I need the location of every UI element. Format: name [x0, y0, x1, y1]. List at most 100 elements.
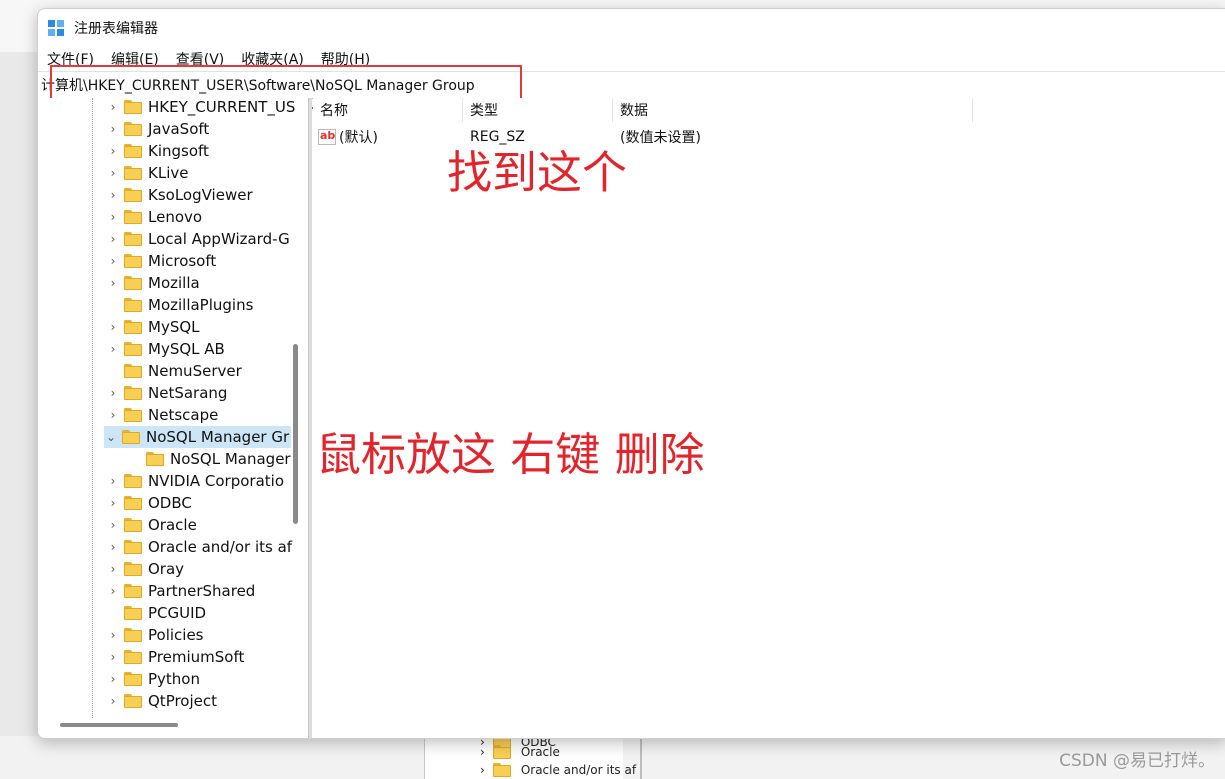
folder-icon [124, 650, 142, 664]
chevron-right-icon[interactable]: › [106, 338, 120, 360]
chevron-right-icon[interactable]: › [106, 690, 120, 712]
menu-edit[interactable]: 编辑(E) [111, 49, 159, 69]
tree-item[interactable]: MozillaPlugins [106, 294, 253, 316]
tree-item[interactable]: PCGUID [106, 602, 206, 624]
watermark: CSDN @易已打烊。 [1059, 751, 1215, 771]
value-data: (数值未设置) [620, 130, 701, 146]
tree-vertical-scrollbar[interactable] [293, 344, 298, 524]
tree-item[interactable]: NoSQL Manager [128, 448, 291, 470]
tree-item[interactable]: ⌄ NoSQL Manager Gr [104, 426, 292, 448]
background-divider [640, 736, 642, 779]
chevron-right-icon[interactable]: › [106, 558, 120, 580]
chevron-right-icon[interactable]: › [106, 624, 120, 646]
folder-icon [146, 452, 164, 466]
tree-horizontal-scrollbar[interactable] [60, 723, 178, 727]
chevron-right-icon[interactable]: › [106, 514, 120, 536]
chevron-right-icon[interactable]: › [106, 668, 120, 690]
chevron-right-icon[interactable]: › [106, 98, 120, 118]
folder-icon [124, 232, 142, 246]
menu-view[interactable]: 查看(V) [176, 49, 225, 69]
chevron-right-icon[interactable]: › [106, 206, 120, 228]
address-bar[interactable]: 计算机\HKEY_CURRENT_USER\Software\NoSQL Man… [38, 71, 1225, 99]
folder-icon [124, 628, 142, 642]
chevron-right-icon[interactable]: › [106, 140, 120, 162]
tree-item[interactable]: › HKEY_CURRENT_US [106, 98, 296, 118]
tree-item[interactable]: › Policies [106, 624, 204, 646]
chevron-right-icon[interactable]: › [106, 316, 120, 338]
tree-item[interactable]: › MySQL [106, 316, 200, 338]
tree-item[interactable]: › KsoLogViewer [106, 184, 253, 206]
folder-icon [124, 276, 142, 290]
chevron-right-icon[interactable]: › [106, 404, 120, 426]
folder-icon [124, 254, 142, 268]
chevron-right-icon[interactable]: › [106, 162, 120, 184]
tree-item[interactable]: › Oracle [106, 514, 197, 536]
tree-item-label: ODBC [148, 494, 192, 512]
tree-item-label: Lenovo [148, 208, 203, 226]
tree-item-label: NetSarang [148, 384, 228, 402]
tree-item[interactable]: › Oray [106, 558, 184, 580]
tree-item[interactable]: › Kingsoft [106, 140, 209, 162]
chevron-right-icon[interactable]: › [106, 646, 120, 668]
tree-item[interactable]: › Lenovo [106, 206, 202, 228]
background-tree-item: › Oracle and/or its af [480, 763, 637, 777]
folder-icon [124, 584, 142, 598]
tree-item[interactable]: › PartnerShared [106, 580, 256, 602]
tree-item[interactable]: › Netscape [106, 404, 219, 426]
chevron-right-icon[interactable]: › [106, 470, 120, 492]
tree-item[interactable]: NemuServer [106, 360, 242, 382]
tree-item-label: PartnerShared [148, 582, 256, 600]
tree-item[interactable]: › QtProject [106, 690, 217, 712]
folder-icon [124, 496, 142, 510]
chevron-right-icon[interactable]: › [106, 580, 120, 602]
chevron-down-icon[interactable]: ⌄ [104, 426, 118, 448]
tree-item[interactable]: › KLive [106, 162, 189, 184]
tree-item[interactable]: › NVIDIA Corporatio [106, 470, 284, 492]
folder-icon [124, 100, 142, 114]
value-row[interactable]: ab (默认) REG_SZ (数值未设置) [313, 126, 973, 148]
menu-help[interactable]: 帮助(H) [321, 49, 370, 69]
column-header-data[interactable]: 数据 [613, 98, 973, 122]
column-header-type[interactable]: 类型 [463, 98, 613, 122]
tree-item[interactable]: › Mozilla [106, 272, 200, 294]
tree-item[interactable]: › MySQL AB [106, 338, 225, 360]
tree-item-label: NemuServer [148, 362, 242, 380]
folder-icon [124, 144, 142, 158]
menu-favorites[interactable]: 收藏夹(A) [241, 49, 304, 69]
chevron-right-icon[interactable]: › [106, 382, 120, 404]
tree-item[interactable]: › ODBC [106, 492, 192, 514]
tree-item[interactable]: › Microsoft [106, 250, 217, 272]
key-tree[interactable]: › HKEY_CURRENT_US › JavaSoft › Kingsoft › KLive… [38, 98, 308, 718]
chevron-right-icon[interactable]: › [106, 184, 120, 206]
title-bar[interactable]: 注册表编辑器 [38, 9, 1225, 47]
tree-item-label: Mozilla [148, 274, 200, 292]
chevron-right-icon[interactable]: › [106, 228, 120, 250]
chevron-right-icon[interactable]: › [106, 118, 120, 140]
chevron-right-icon[interactable]: › [106, 250, 120, 272]
tree-item[interactable]: › Python [106, 668, 200, 690]
tree-item[interactable]: › Local AppWizard-G [106, 228, 290, 250]
tree-item[interactable]: › JavaSoft [106, 118, 210, 140]
folder-icon [492, 745, 511, 759]
tree-item[interactable]: › Oracle and/or its af [106, 536, 292, 558]
column-header-name[interactable]: 名称 [313, 98, 463, 122]
tree-item-label: PremiumSoft [148, 648, 245, 666]
folder-icon [124, 562, 142, 576]
tree-item[interactable]: › PremiumSoft [106, 646, 245, 668]
tree-item-label: Netscape [148, 406, 219, 424]
chevron-right-icon[interactable]: › [106, 492, 120, 514]
folder-icon [124, 672, 142, 686]
chevron-right-icon[interactable]: › [106, 536, 120, 558]
tree-item-label: Python [148, 670, 200, 688]
chevron-right-icon[interactable]: › [106, 272, 120, 294]
folder-icon [124, 342, 142, 356]
address-path[interactable]: 计算机\HKEY_CURRENT_USER\Software\NoSQL Man… [41, 75, 475, 95]
tree-item-label: Kingsoft [148, 142, 209, 160]
menu-file[interactable]: 文件(F) [47, 49, 94, 69]
tree-item[interactable]: › NetSarang [106, 382, 228, 404]
pane-splitter[interactable] [308, 98, 312, 738]
tree-item-label: Local AppWizard-G [148, 230, 290, 248]
tree-item-label: HKEY_CURRENT_US [148, 98, 296, 116]
